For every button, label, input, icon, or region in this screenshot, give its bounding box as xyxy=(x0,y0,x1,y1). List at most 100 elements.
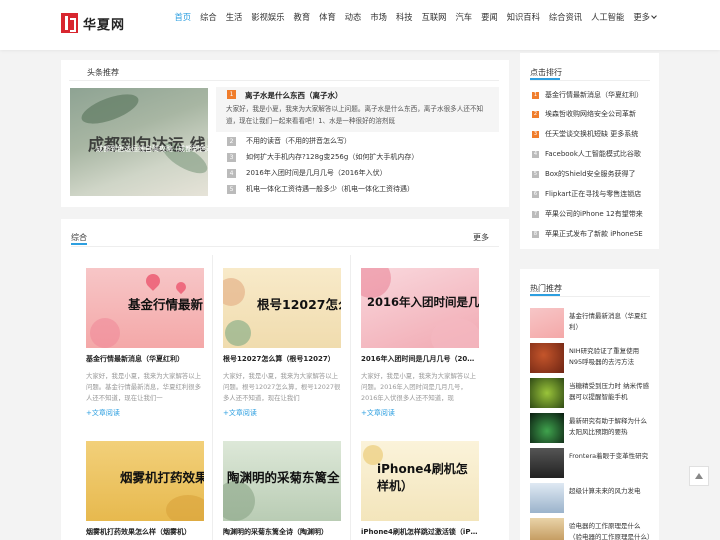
rank-item-title[interactable]: 苹果正式发布了新款 iPhoneSE xyxy=(545,229,650,240)
article-thumbnail[interactable]: 根号12027怎么 xyxy=(223,268,341,348)
nav-zonghe[interactable]: 综合 xyxy=(196,0,222,35)
article-title[interactable]: 基金行情最新消息（华夏红利） xyxy=(86,354,204,364)
nav-life[interactable]: 生活 xyxy=(221,0,247,35)
nav-knowledge[interactable]: 知识百科 xyxy=(502,0,544,35)
rank-item-title[interactable]: Flipkart正在寻找与零售连锁店 xyxy=(545,189,650,200)
rank-item[interactable]: 2 埃森哲收购网络安全公司革新 xyxy=(532,109,652,121)
hot-item-title[interactable]: 基金行情最新消息（华夏红利） xyxy=(569,311,652,333)
rank-item[interactable]: 7 苹果公司的iPhone 12有望带来 xyxy=(532,209,652,221)
rank-item-title[interactable]: 苹果公司的iPhone 12有望带来 xyxy=(545,209,650,220)
rank-item-title[interactable]: 任天堂谈交换机短缺 更多系统 xyxy=(545,129,650,140)
nav-market[interactable]: 市场 xyxy=(366,0,392,35)
article-card[interactable]: 陶渊明的采菊东篱全 陶渊明的采菊东篱全诗（陶渊明） xyxy=(223,441,341,540)
hot-item-title[interactable]: Frontera着眼于变革性研究 xyxy=(569,451,652,462)
headline-item-title[interactable]: 机电一体化工资待遇一般多少（机电一体化工资待遇） xyxy=(246,184,414,195)
nav-news[interactable]: 动态 xyxy=(340,0,366,35)
rank-number: 4 xyxy=(532,151,539,158)
rank-item[interactable]: 4 Facebook人工智能模式比谷歌 xyxy=(532,149,652,161)
article-thumbnail[interactable]: 2016年入团时间是几 xyxy=(361,268,479,348)
hot-item-title[interactable]: 最新研究有助于解释为什么太阳风比预期的要热 xyxy=(569,416,652,438)
hot-thumbnail[interactable] xyxy=(530,413,564,443)
rank-number: 1 xyxy=(532,92,539,99)
rank-panel: 点击排行 1 基金行情最新消息（华夏红利） 2 埃森哲收购网络安全公司革新 3 … xyxy=(520,53,659,249)
thumbnail-text: iPhone4刷机怎样机） xyxy=(377,462,468,493)
nav-internet[interactable]: 互联网 xyxy=(417,0,451,35)
headline-first-title[interactable]: 离子水是什么东西（离子水） xyxy=(245,90,343,101)
read-more-link[interactable]: +文章阅读 xyxy=(361,408,395,418)
more-link[interactable]: 更多 xyxy=(473,232,489,243)
rank-item[interactable]: 5 Box的Shield安全服务获得了 xyxy=(532,169,652,181)
rank-item[interactable]: 3 任天堂谈交换机短缺 更多系统 xyxy=(532,129,652,141)
hot-item-title[interactable]: 当糖精受到压力时 纳米传感器可以提醒智能手机 xyxy=(569,381,652,403)
thumbnail-text: 陶渊明的采菊东篱全 xyxy=(227,470,340,485)
article-card[interactable]: 基金行情最新 基金行情最新消息（华夏红利） 大家好，我是小夏，我来为大家解答以上… xyxy=(86,268,204,428)
back-to-top-button[interactable] xyxy=(689,466,709,486)
headline-item-title[interactable]: 如何扩大手机内存?128g变256g（如何扩大手机内存） xyxy=(246,152,418,163)
article-card[interactable]: 根号12027怎么 根号12027怎么算（根号12027） 大家好，我是小夏，我… xyxy=(223,268,341,428)
rank-item-title[interactable]: Facebook人工智能模式比谷歌 xyxy=(545,149,650,160)
hot-thumbnail[interactable] xyxy=(530,343,564,373)
rank-item[interactable]: 8 苹果正式发布了新款 iPhoneSE xyxy=(532,229,652,241)
hot-item[interactable]: 超级计算未来的风力发电 xyxy=(530,483,652,515)
hot-thumbnail[interactable] xyxy=(530,378,564,408)
hot-thumbnail[interactable] xyxy=(530,483,564,513)
article-title[interactable]: 烟雾机打药效果怎么样（烟雾机） xyxy=(86,527,204,537)
hot-item[interactable]: NIH研究验证了重复使用N95呼吸器的去污方法 xyxy=(530,343,652,375)
hot-item[interactable]: 当糖精受到压力时 纳米传感器可以提醒智能手机 xyxy=(530,378,652,410)
top-nav: 华夏网 首页 综合 生活 影视娱乐 教育 体育 动态 市场 科技 互联网 汽车 … xyxy=(0,0,720,50)
nav-education[interactable]: 教育 xyxy=(289,0,315,35)
headline-image[interactable]: 成都到包达运 线自驾 成都到色达运线自驾攻略 (成都到色达最佳路线自 xyxy=(70,88,208,196)
headline-first-item[interactable]: 1 离子水是什么东西（离子水） 大家好，我是小夏，我来为大家解答以上问题。离子水… xyxy=(216,87,499,132)
article-card[interactable]: iPhone4刷机怎样机） iPhone4刷机怎样跳过激活锁（iPhone4刷机… xyxy=(361,441,479,540)
headline-item[interactable]: 2 不用的读音（不用的拼音怎么写） xyxy=(227,136,497,148)
rank-item-title[interactable]: 基金行情最新消息（华夏红利） xyxy=(545,90,650,101)
leaf-decoration xyxy=(78,88,142,130)
read-more-link[interactable]: +文章阅读 xyxy=(86,408,120,418)
hot-thumbnail[interactable] xyxy=(530,308,564,338)
headline-item[interactable]: 3 如何扩大手机内存?128g变256g（如何扩大手机内存） xyxy=(227,152,497,164)
nav-home[interactable]: 首页 xyxy=(170,0,196,35)
nav-more[interactable]: 更多 xyxy=(629,0,661,35)
hot-item[interactable]: 基金行情最新消息（华夏红利） xyxy=(530,308,652,340)
article-card[interactable]: 2016年入团时间是几 2016年入团时间是几月几号（2016年入伏） 大家好，… xyxy=(361,268,479,428)
circle-decoration xyxy=(223,481,255,521)
hot-item[interactable]: Frontera着眼于变革性研究 xyxy=(530,448,652,480)
nav-auto[interactable]: 汽车 xyxy=(451,0,477,35)
article-card[interactable]: 烟雾机打药效果 烟雾机打药效果怎么样（烟雾机） xyxy=(86,441,204,540)
hot-thumbnail[interactable] xyxy=(530,518,564,540)
divider xyxy=(212,255,213,540)
article-title[interactable]: 陶渊明的采菊东篱全诗（陶渊明） xyxy=(223,527,341,537)
hot-item[interactable]: 验电器的工作原理是什么（验电器的工作原理是什么） xyxy=(530,518,652,540)
nav-info[interactable]: 综合资讯 xyxy=(544,0,586,35)
nav-entertainment[interactable]: 影视娱乐 xyxy=(247,0,289,35)
heart-decoration xyxy=(143,271,163,291)
article-title[interactable]: iPhone4刷机怎样跳过激活锁（iPhone4刷机） xyxy=(361,527,479,537)
article-thumbnail[interactable]: 基金行情最新 xyxy=(86,268,204,348)
article-title[interactable]: 2016年入团时间是几月几号（2016年入伏） xyxy=(361,354,479,364)
nav-ai[interactable]: 人工智能 xyxy=(587,0,629,35)
hot-item-title[interactable]: 验电器的工作原理是什么（验电器的工作原理是什么） xyxy=(569,521,652,540)
rank-item-title[interactable]: 埃森哲收购网络安全公司革新 xyxy=(545,109,650,120)
article-title[interactable]: 根号12027怎么算（根号12027） xyxy=(223,354,341,364)
nav-headlines[interactable]: 要闻 xyxy=(477,0,503,35)
article-thumbnail[interactable]: iPhone4刷机怎样机） xyxy=(361,441,479,521)
nav-tech[interactable]: 科技 xyxy=(391,0,417,35)
headline-item-title[interactable]: 2016年入团时间是几月几号（2016年入伏） xyxy=(246,168,387,179)
hot-item[interactable]: 最新研究有助于解释为什么太阳风比预期的要热 xyxy=(530,413,652,445)
hot-thumbnail[interactable] xyxy=(530,448,564,478)
headline-item-title[interactable]: 不用的读音（不用的拼音怎么写） xyxy=(246,136,351,147)
headline-item[interactable]: 4 2016年入团时间是几月几号（2016年入伏） xyxy=(227,168,497,180)
nav-sports[interactable]: 体育 xyxy=(315,0,341,35)
rank-item[interactable]: 6 Flipkart正在寻找与零售连锁店 xyxy=(532,189,652,201)
rank-item-title[interactable]: Box的Shield安全服务获得了 xyxy=(545,169,650,180)
chevron-down-icon xyxy=(651,13,657,19)
headline-item[interactable]: 5 机电一体化工资待遇一般多少（机电一体化工资待遇） xyxy=(227,184,497,196)
read-more-link[interactable]: +文章阅读 xyxy=(223,408,257,418)
hot-item-title[interactable]: NIH研究验证了重复使用N95呼吸器的去污方法 xyxy=(569,346,652,368)
hot-item-title[interactable]: 超级计算未来的风力发电 xyxy=(569,486,652,497)
rank-item[interactable]: 1 基金行情最新消息（华夏红利） xyxy=(532,90,652,102)
site-logo[interactable]: 华夏网 xyxy=(61,12,125,34)
hot-panel: 热门推荐 基金行情最新消息（华夏红利） NIH研究验证了重复使用N95呼吸器的去… xyxy=(520,269,659,540)
article-thumbnail[interactable]: 陶渊明的采菊东篱全 xyxy=(223,441,341,521)
article-thumbnail[interactable]: 烟雾机打药效果 xyxy=(86,441,204,521)
